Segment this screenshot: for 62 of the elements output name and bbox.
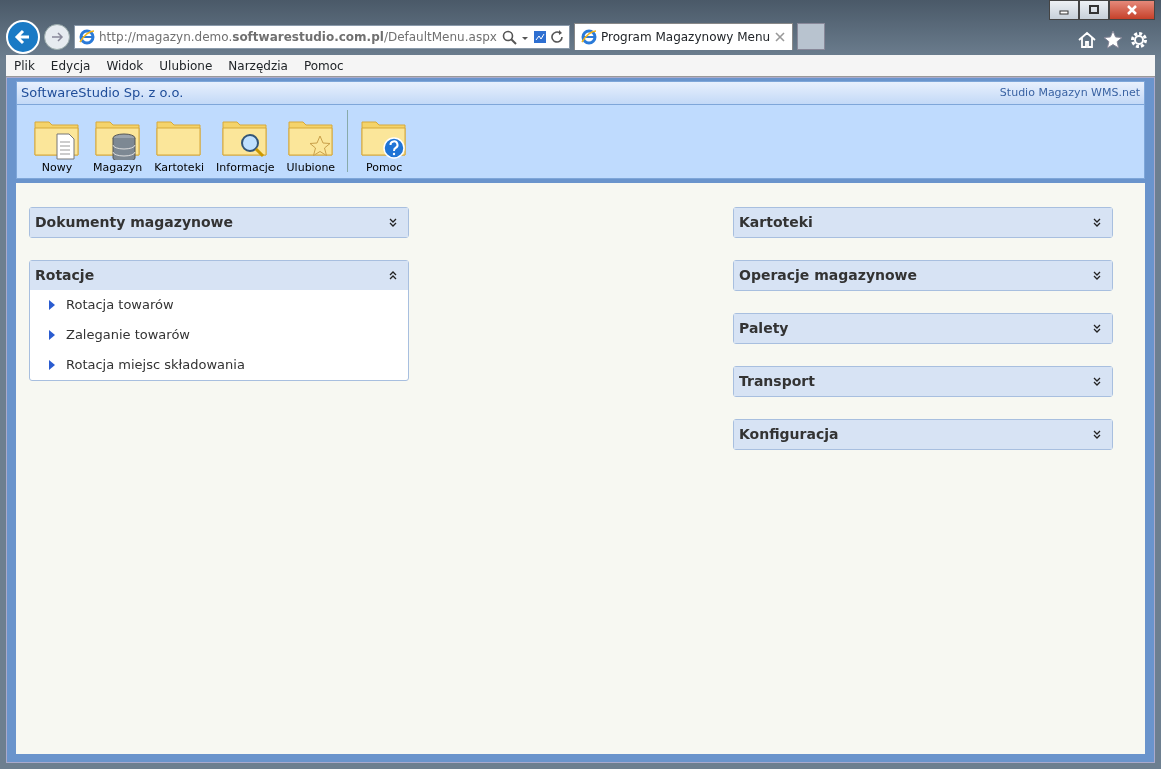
toolbar-button[interactable]: Kartoteki: [148, 113, 211, 176]
browser-logo-icon: [581, 29, 597, 45]
panel-title: Dokumenty magazynowe: [35, 213, 234, 232]
tab-title: Program Magazynowy Menu: [601, 29, 771, 46]
panel-link[interactable]: Zaleganie towarów: [30, 320, 408, 350]
back-button[interactable]: [6, 20, 40, 54]
panel-header[interactable]: Rotacje: [30, 261, 408, 290]
expand-chevron-icon: [1092, 270, 1102, 281]
triangle-bullet-icon: [48, 299, 56, 311]
new-tab-button[interactable]: [797, 23, 826, 50]
toolbar-button[interactable]: Pomoc: [354, 113, 415, 176]
maximize-icon: [1088, 4, 1100, 16]
panel-link[interactable]: Rotacja towarów: [30, 290, 408, 320]
panel-title: Transport: [739, 372, 815, 391]
panel-title: Konfiguracja: [739, 425, 839, 444]
toolbar-button[interactable]: Informacje: [210, 113, 281, 176]
panel-title: Kartoteki: [739, 213, 813, 232]
minimize-button[interactable]: [1049, 0, 1079, 20]
close-icon: [774, 31, 787, 43]
address-url: http://magazyn.demo.softwarestudio.com.pl/DefaultMenu.aspx: [99, 29, 498, 46]
menu-item[interactable]: Plik: [6, 56, 43, 75]
expand-chevron-icon: [1092, 217, 1102, 228]
panel-title: Operacje magazynowe: [739, 266, 918, 285]
panel-header[interactable]: Konfiguracja: [734, 420, 1112, 449]
panel-header[interactable]: Kartoteki: [734, 208, 1112, 237]
toolbar-button[interactable]: Nowy: [27, 113, 87, 176]
compatibility-icon: [533, 30, 547, 44]
panel-title: Palety: [739, 319, 789, 338]
refresh-icon: [551, 30, 565, 44]
triangle-bullet-icon: [48, 359, 56, 371]
panel-title: Rotacje: [35, 266, 95, 285]
close-icon: [1126, 4, 1138, 16]
browser-tab[interactable]: Program Magazynowy Menu: [574, 23, 794, 50]
favorites-star-icon[interactable]: [1103, 30, 1123, 50]
expand-chevron-icon: [388, 217, 398, 228]
menu-item[interactable]: Widok: [98, 56, 152, 75]
home-icon[interactable]: [1077, 30, 1097, 50]
menu-item[interactable]: Edycja: [42, 56, 99, 75]
triangle-bullet-icon: [48, 329, 56, 341]
address-bar[interactable]: http://magazyn.demo.softwarestudio.com.pl/DefaultMenu.aspx: [74, 25, 570, 49]
close-window-button[interactable]: [1109, 0, 1155, 20]
settings-icon[interactable]: [1129, 30, 1149, 50]
toolbar-button[interactable]: Magazyn: [87, 113, 149, 176]
product-name: Studio Magazyn WMS.net: [999, 84, 1140, 101]
panel-header[interactable]: Dokumenty magazynowe: [30, 208, 408, 237]
menu-item[interactable]: Ulubione: [151, 56, 221, 75]
search-icon: [502, 29, 517, 45]
company-name: SoftwareStudio Sp. z o.o.: [21, 84, 184, 103]
panel-link[interactable]: Rotacja miejsc składowania: [30, 350, 408, 380]
expand-chevron-icon: [1092, 429, 1102, 440]
forward-button[interactable]: [44, 24, 70, 50]
collapse-chevron-icon: [388, 270, 398, 281]
expand-chevron-icon: [1092, 323, 1102, 334]
toolbar-button[interactable]: Ulubione: [280, 113, 342, 176]
panel-header[interactable]: Transport: [734, 367, 1112, 396]
browser-logo-icon: [79, 29, 95, 45]
menu-item[interactable]: Narzędzia: [220, 56, 296, 75]
menu-item[interactable]: Pomoc: [295, 56, 352, 75]
maximize-button[interactable]: [1079, 0, 1109, 20]
panel-header[interactable]: Operacje magazynowe: [734, 261, 1112, 290]
expand-chevron-icon: [1092, 376, 1102, 387]
panel-header[interactable]: Palety: [734, 314, 1112, 343]
